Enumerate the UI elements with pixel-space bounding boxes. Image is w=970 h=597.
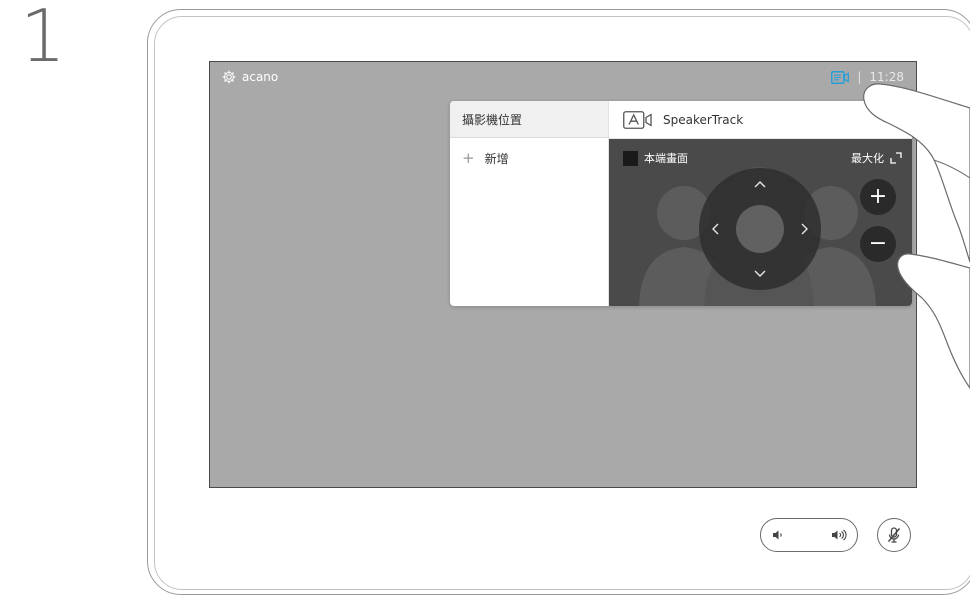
zoom-out-button[interactable]: − [860,226,896,262]
microphone-muted-icon [887,527,901,543]
zoom-in-button[interactable]: + [860,179,896,215]
plus-icon: + [462,149,475,167]
self-view-preview: 本端畫面 最大化 + − [609,139,912,306]
system-name: acano [242,70,279,84]
gear-icon[interactable] [222,70,236,84]
speaker-track-label: SpeakerTrack [663,112,744,127]
maximize-icon [890,152,902,164]
maximize-label: 最大化 [851,152,884,165]
speaker-track-button[interactable]: SpeakerTrack [609,101,912,139]
step-number: 1 [20,0,66,78]
volume-down-icon[interactable] [771,528,785,542]
add-preset-button[interactable]: + 新增 [450,138,608,167]
volume-up-icon[interactable] [831,528,847,542]
add-preset-label: 新增 [484,152,509,166]
self-view-title: 本端畫面 [623,150,688,166]
topbar-right: | 11:28 [831,70,904,84]
separator: | [857,70,862,84]
camera-presets-header: 攝影機位置 [450,101,608,138]
camera-presets-column: 攝影機位置 + 新增 [450,101,609,306]
speaker-track-icon [623,110,652,129]
self-view-swatch [623,150,638,166]
mute-button[interactable] [877,518,911,552]
self-view-label: 本端畫面 [644,152,688,165]
pan-tilt-dpad[interactable] [698,167,822,291]
clock: 11:28 [869,70,904,84]
maximize-button[interactable]: 最大化 [851,150,902,166]
camera-control-icon[interactable] [831,70,850,84]
volume-control [760,518,858,552]
topbar-left: acano [222,70,278,84]
touch-screen: acano | 11:28 攝影機位置 + 新增 SpeakerTrack 本端… [209,61,917,488]
camera-control-panel: 攝影機位置 + 新增 SpeakerTrack 本端畫面 最大化 + − [450,101,912,306]
